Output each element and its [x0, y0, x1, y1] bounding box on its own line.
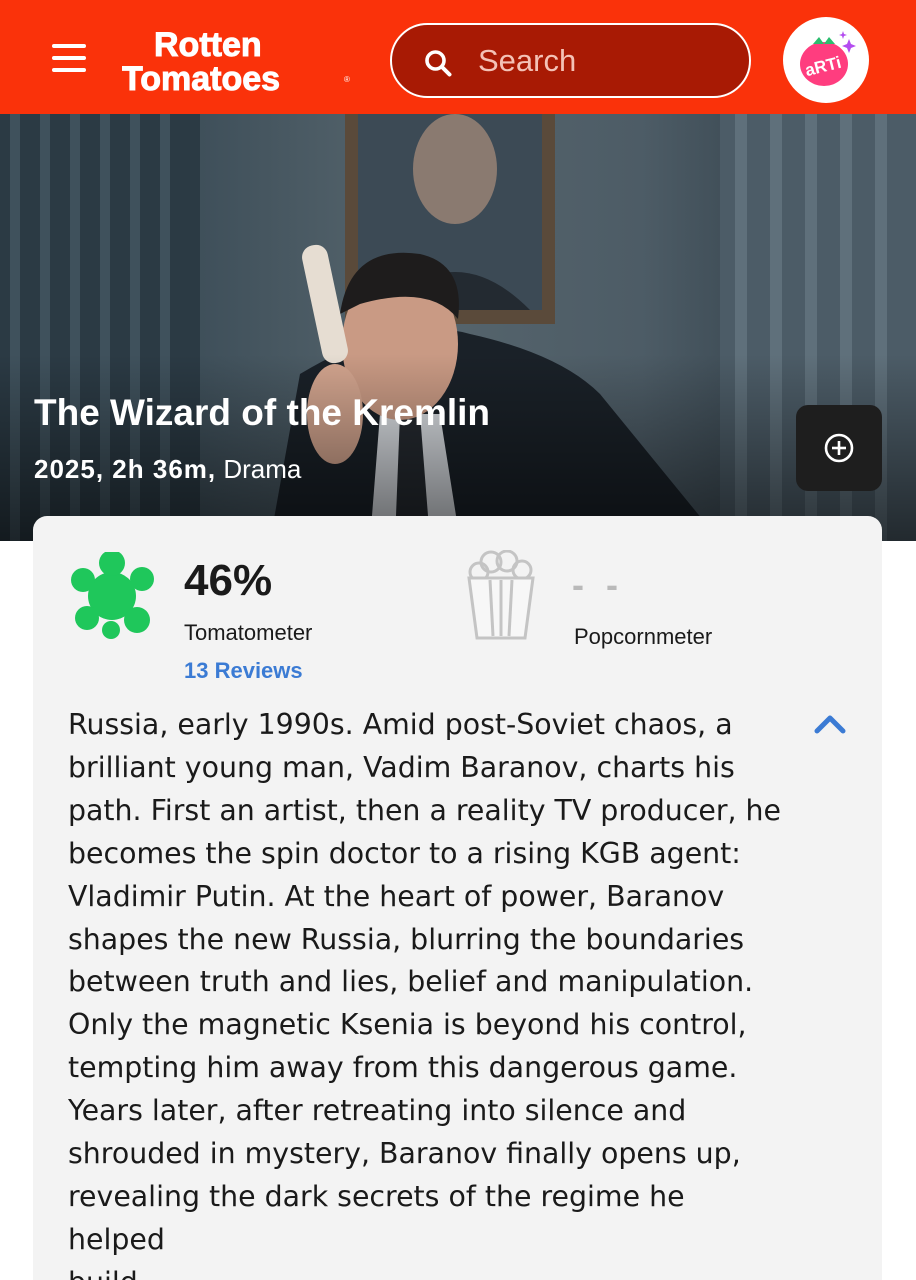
- svg-text:Tomatoes: Tomatoes: [122, 60, 280, 96]
- synopsis-line: Years later, after retreating into silen…: [68, 1094, 687, 1128]
- tomatometer-score: 46%: [184, 556, 273, 605]
- search-input[interactable]: [478, 41, 728, 81]
- arti-avatar[interactable]: aRTi: [783, 17, 869, 103]
- svg-text:®: ®: [344, 75, 350, 84]
- empty-popcorn-icon: [467, 550, 535, 640]
- synopsis-line: brilliant young man, Vadim Baranov, char…: [68, 750, 735, 784]
- plus-circle-icon: [824, 433, 854, 463]
- synopsis-line: revealing the dark secrets of the regime…: [68, 1179, 685, 1256]
- synopsis-line: Russia, early 1990s. Amid post-Soviet ch…: [68, 708, 733, 741]
- popcornmeter-label: Popcornmeter: [574, 624, 713, 649]
- search-icon: [425, 50, 452, 77]
- search-box[interactable]: [390, 23, 751, 98]
- synopsis-line: path. First an artist, then a reality TV…: [68, 793, 782, 827]
- reviews-count-link[interactable]: 13 Reviews: [184, 658, 303, 684]
- add-to-watchlist-button[interactable]: [796, 405, 882, 491]
- year-runtime: 2025, 2h 36m,: [34, 454, 217, 484]
- synopsis-line: becomes the spin doctor to a rising KGB …: [68, 836, 741, 870]
- synopsis-line: shapes the new Russia, blurring the boun…: [68, 922, 745, 956]
- movie-title: The Wizard of the Kremlin: [34, 392, 491, 433]
- top-header: Rotten Tomatoes ® aRTi: [0, 0, 916, 114]
- synopsis-line: tempting him away from this dangerous ga…: [68, 1051, 738, 1085]
- arti-avatar-icon: aRTi: [800, 31, 856, 86]
- synopsis-line: build.: [68, 1262, 788, 1280]
- synopsis-line: shrouded in mystery, Baranov finally ope…: [68, 1137, 741, 1171]
- hamburger-menu-icon[interactable]: [52, 44, 86, 74]
- popcornmeter-score: - -: [572, 564, 624, 605]
- synopsis-line: between truth and lies, belief and manip…: [68, 965, 754, 999]
- genre: Drama: [223, 454, 302, 484]
- hero-gradient: [0, 354, 916, 541]
- rotten-tomatoes-logo[interactable]: Rotten Tomatoes ®: [122, 26, 352, 96]
- synopsis-line: Only the magnetic Ksenia is beyond his c…: [68, 1008, 747, 1042]
- movie-synopsis: Russia, early 1990s. Amid post-Soviet ch…: [68, 704, 788, 1280]
- svg-text:Rotten: Rotten: [154, 26, 262, 64]
- synopsis-line: Vladimir Putin. At the heart of power, B…: [68, 879, 725, 913]
- score-card: 46% Tomatometer 13 Reviews - - Popcornme…: [33, 516, 882, 1280]
- green-splat-icon: [71, 552, 154, 639]
- chevron-up-icon[interactable]: [812, 712, 848, 736]
- tomatometer-label: Tomatometer: [184, 620, 313, 645]
- movie-meta: 2025, 2h 36m, Drama: [34, 454, 301, 485]
